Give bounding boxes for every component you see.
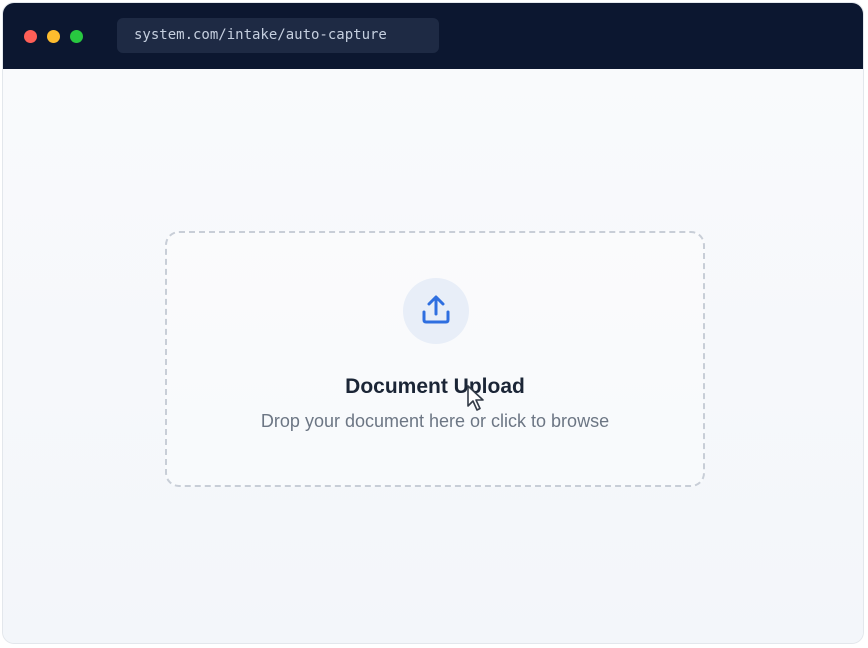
close-window-button[interactable]: [24, 30, 37, 43]
document-dropzone[interactable]: Document Upload Drop your document here …: [165, 231, 705, 487]
upload-icon: [422, 295, 450, 324]
upload-icon-badge: [403, 278, 469, 344]
address-bar[interactable]: system.com/intake/auto-capture: [117, 18, 439, 53]
minimize-window-button[interactable]: [47, 30, 60, 43]
browser-window: system.com/intake/auto-capture Document …: [2, 2, 864, 644]
maximize-window-button[interactable]: [70, 30, 83, 43]
page-content: Document Upload Drop your document here …: [3, 69, 863, 643]
upload-instructions: Drop your document here or click to brow…: [260, 411, 610, 431]
browser-titlebar: system.com/intake/auto-capture: [3, 3, 863, 69]
upload-title: Document Upload: [345, 375, 525, 398]
